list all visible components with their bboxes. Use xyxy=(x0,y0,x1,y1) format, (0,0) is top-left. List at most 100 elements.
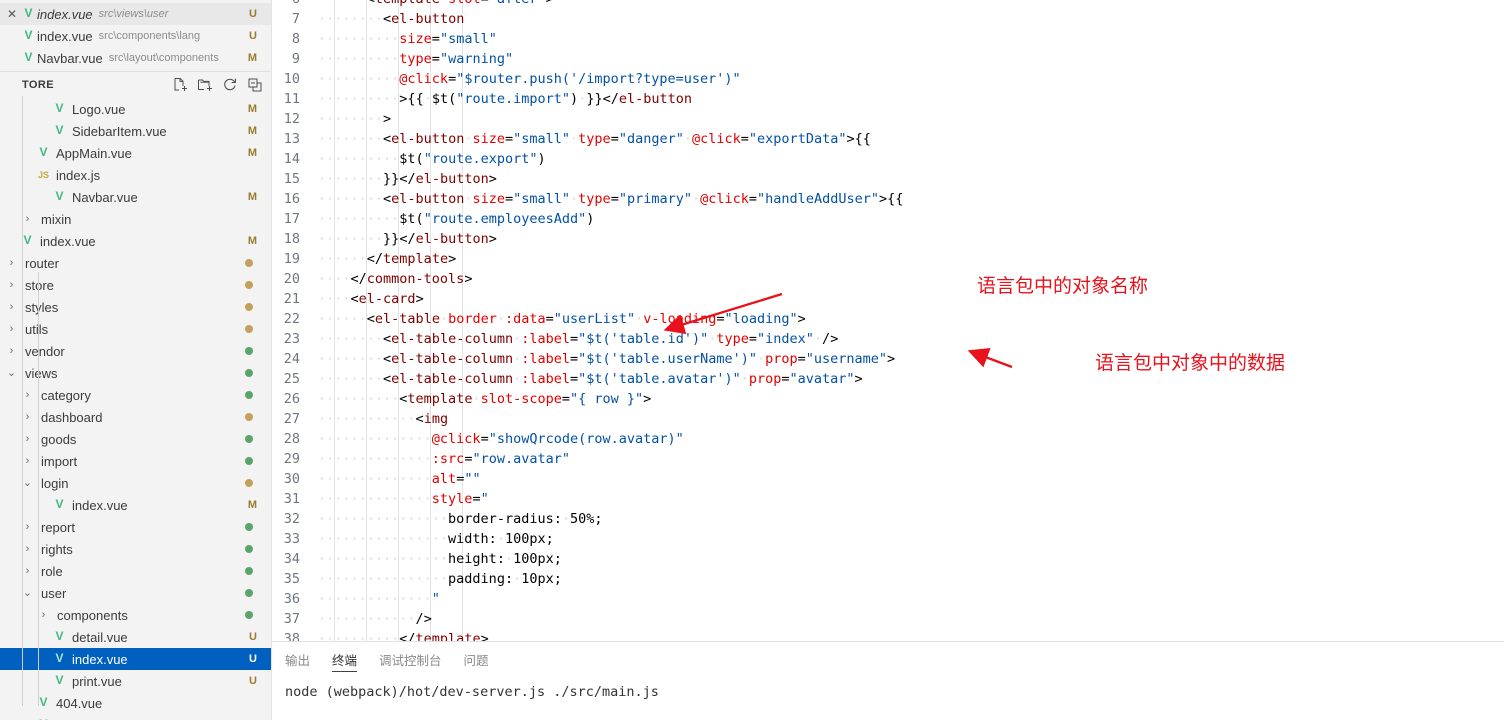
code-line: 7 ········<el-button xyxy=(272,9,1504,29)
code-line-text: ············/> xyxy=(318,611,432,627)
code-line-text: ··········</template> xyxy=(318,631,489,641)
tree-item-store[interactable]: › store xyxy=(0,274,271,296)
code-line: 24 ········<el-table-column·:label="$t('t… xyxy=(272,349,1504,369)
tree-item-index-vue[interactable]: ›Vindex.vueU xyxy=(0,648,271,670)
vue-file-icon: V xyxy=(55,101,64,115)
chevron-right-icon[interactable]: › xyxy=(4,345,19,357)
code-line-text: ··········@click="$router.push('/import?… xyxy=(318,71,741,87)
tree-item-label: index.vue xyxy=(72,651,128,667)
panel-tab-0[interactable]: 输出 xyxy=(285,642,310,676)
chevron-right-icon[interactable]: › xyxy=(4,323,19,335)
code-line: 36 ··············" xyxy=(272,589,1504,609)
refresh-icon[interactable] xyxy=(222,77,238,93)
panel-tab-1[interactable]: 终端 xyxy=(332,642,358,676)
git-status-badge: U xyxy=(249,675,257,687)
chevron-right-icon[interactable]: › xyxy=(4,257,19,269)
tree-item-label: views xyxy=(25,365,58,381)
code-line-text: ········> xyxy=(318,111,392,127)
code-line-text: ··············style=" xyxy=(318,491,489,507)
line-number: 19 xyxy=(283,251,300,267)
code-line: 20 ····</common-tools> xyxy=(272,269,1504,289)
chevron-right-icon[interactable]: › xyxy=(4,279,19,291)
tree-item-label: user xyxy=(41,585,67,601)
tree-item-label: report xyxy=(41,519,75,535)
tree-item-app-vue[interactable]: ›VApp.vue xyxy=(0,714,271,720)
tree-item-label: components xyxy=(57,607,128,623)
code-line-text: ················height:·100px; xyxy=(318,551,562,567)
line-number: 28 xyxy=(283,431,300,447)
git-status-badge: U xyxy=(249,8,257,20)
open-editors-section: ✕Vindex.vuesrc\views\userU✕Vindex.vuesrc… xyxy=(0,0,271,69)
tree-item-router[interactable]: › router xyxy=(0,252,271,274)
code-line: 32 ················border-radius:·50%; xyxy=(272,509,1504,529)
panel-tab-3[interactable]: 问题 xyxy=(464,642,489,676)
tree-item-report[interactable]: › report xyxy=(0,516,271,538)
tree-item-navbar-vue[interactable]: ›VNavbar.vueM xyxy=(0,186,271,208)
folder-status-dot xyxy=(245,523,253,531)
tree-item-login[interactable]: ⌄ login xyxy=(0,472,271,494)
chevron-down-icon[interactable]: ⌄ xyxy=(4,367,19,379)
tree-item-vendor[interactable]: › vendor xyxy=(0,340,271,362)
open-editor-item[interactable]: ✕VNavbar.vuesrc\layout\componentsM xyxy=(0,47,271,69)
code-line-text: ········<el-table-column·:label="$t('tab… xyxy=(318,331,839,347)
new-folder-icon[interactable] xyxy=(197,77,213,93)
tree-item-mixin[interactable]: › mixin xyxy=(0,208,271,230)
line-number: 16 xyxy=(283,191,300,207)
code-line-text: ··············@click="showQrcode(row.ava… xyxy=(318,431,684,447)
tree-item-styles[interactable]: › styles xyxy=(0,296,271,318)
tree-item-goods[interactable]: › goods xyxy=(0,428,271,450)
tree-item-components[interactable]: › components xyxy=(0,604,271,626)
code-line: 23 ········<el-table-column·:label="$t('t… xyxy=(272,329,1504,349)
tree-item-label: detail.vue xyxy=(72,629,128,645)
code-line: 14 ··········$t("route.export") xyxy=(272,149,1504,169)
panel-tab-2[interactable]: 调试控制台 xyxy=(379,642,442,676)
tree-item-index-vue[interactable]: ›Vindex.vueM xyxy=(0,230,271,252)
line-number: 22 xyxy=(283,311,300,327)
tree-item-utils[interactable]: › utils xyxy=(0,318,271,340)
code-line-text: ··········>{{·$t("route.import")·}}</el-… xyxy=(318,91,693,107)
code-line-text: ··············:src="row.avatar" xyxy=(318,451,570,467)
collapse-all-icon[interactable] xyxy=(247,77,263,93)
open-editor-item[interactable]: ✕Vindex.vuesrc\components\langU xyxy=(0,25,271,47)
tree-item-category[interactable]: › category xyxy=(0,384,271,406)
code-line: 21 ····<el-card> xyxy=(272,289,1504,309)
code-line: 34 ················height:·100px; xyxy=(272,549,1504,569)
tree-item-index-js[interactable]: ›JSindex.js xyxy=(0,164,271,186)
tree-item-404-vue[interactable]: ›V404.vue xyxy=(0,692,271,714)
folder-status-dot xyxy=(245,567,253,575)
line-number: 37 xyxy=(283,611,300,627)
tree-item-role[interactable]: › role xyxy=(0,560,271,582)
tree-item-index-vue[interactable]: ›Vindex.vueM xyxy=(0,494,271,516)
tree-item-dashboard[interactable]: › dashboard xyxy=(0,406,271,428)
tree-item-label: dashboard xyxy=(41,409,103,425)
line-number: 36 xyxy=(283,591,300,607)
tree-item-detail-vue[interactable]: ›Vdetail.vueU xyxy=(0,626,271,648)
tree-item-appmain-vue[interactable]: ›VAppMain.vueM xyxy=(0,142,271,164)
git-status-badge: M xyxy=(247,191,257,203)
tree-item-import[interactable]: › import xyxy=(0,450,271,472)
new-file-icon[interactable] xyxy=(172,77,188,93)
tree-item-label: login xyxy=(41,475,69,491)
tree-item-user[interactable]: ⌄ user xyxy=(0,582,271,604)
code-line-text: ··········<template·slot-scope="{ row }"… xyxy=(318,391,652,407)
close-icon[interactable]: ✕ xyxy=(4,6,20,22)
tree-item-label: import xyxy=(41,453,78,469)
open-editor-name: index.vue xyxy=(37,28,93,44)
tree-item-print-vue[interactable]: ›Vprint.vueU xyxy=(0,670,271,692)
code-viewport[interactable]: 6······<template·slot="after"> 7 ········<… xyxy=(272,0,1504,641)
code-line-text: ················padding:·10px; xyxy=(318,571,562,587)
folder-status-dot xyxy=(245,303,253,311)
line-number: 10 xyxy=(283,71,300,87)
folder-status-dot xyxy=(245,611,253,619)
chevron-right-icon[interactable]: › xyxy=(4,301,19,313)
tree-item-logo-vue[interactable]: ›VLogo.vueM xyxy=(0,98,271,120)
line-number: 26 xyxy=(283,391,300,407)
line-number: 12 xyxy=(283,111,300,127)
code-line: 13 ········<el-button·size="small"·type="… xyxy=(272,129,1504,149)
code-line-text: ········<el-button·size="small"·type="da… xyxy=(318,131,871,147)
tree-item-sidebaritem-vue[interactable]: ›VSidebarItem.vueM xyxy=(0,120,271,142)
open-editor-item[interactable]: ✕ Vindex.vue src\views\user U xyxy=(0,3,271,25)
tree-item-views[interactable]: ⌄ views xyxy=(0,362,271,384)
tree-item-rights[interactable]: › rights xyxy=(0,538,271,560)
code-line: 26 ··········<template·slot-scope="{ row … xyxy=(272,389,1504,409)
